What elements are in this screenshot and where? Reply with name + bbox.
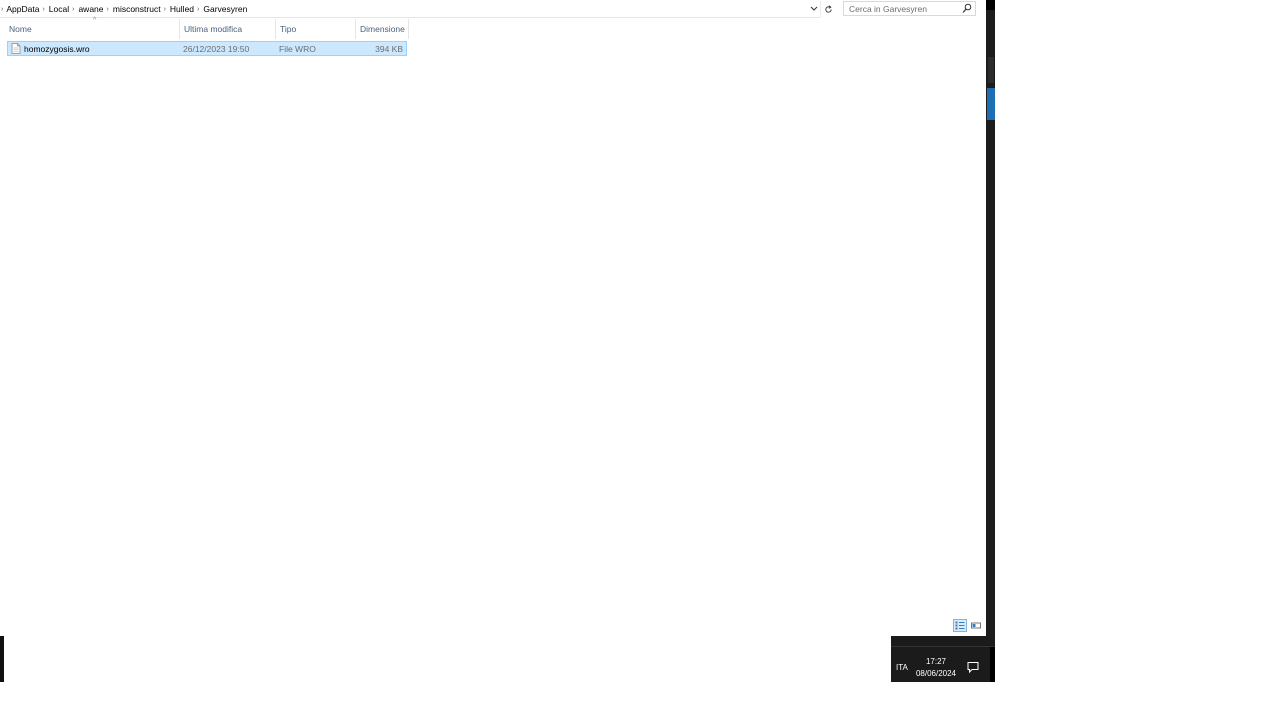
address-bar[interactable]: › AppData › Local › awane › misconstruct… <box>0 1 820 18</box>
chevron-down-icon[interactable] <box>808 2 820 16</box>
breadcrumb-item-hulled[interactable]: Hulled <box>170 4 194 14</box>
scrollbar-thumb[interactable] <box>988 57 994 83</box>
search-icon[interactable] <box>962 3 972 14</box>
file-name: homozygosis.wro <box>24 44 90 54</box>
breadcrumb-item-appdata[interactable]: AppData <box>6 4 39 14</box>
details-view-icon <box>955 621 965 630</box>
column-header-label: Ultima modifica <box>184 24 243 34</box>
divider <box>891 646 995 647</box>
breadcrumb-item-garvesyren[interactable]: Garvesyren <box>203 4 247 14</box>
file-icon <box>11 43 21 54</box>
file-type: File WRO <box>279 44 316 54</box>
chevron-right-icon[interactable]: › <box>39 6 48 13</box>
file-row[interactable]: homozygosis.wro 26/12/2023 19:50 File WR… <box>7 41 407 56</box>
view-switcher <box>953 619 983 632</box>
breadcrumb: › AppData › Local › awane › misconstruct… <box>0 4 247 14</box>
language-indicator[interactable]: ITA <box>896 663 908 672</box>
breadcrumb-item-local[interactable]: Local <box>49 4 69 14</box>
chevron-right-icon[interactable]: › <box>161 6 170 13</box>
breadcrumb-item-awane[interactable]: awane <box>78 4 103 14</box>
file-list: homozygosis.wro 26/12/2023 19:50 File WR… <box>7 41 407 56</box>
window-edge-top <box>986 0 995 10</box>
column-header-name[interactable]: ^ Nome <box>5 17 180 39</box>
details-view-button[interactable] <box>953 619 967 632</box>
accent-strip <box>987 88 995 120</box>
column-header-type[interactable]: Tipo <box>276 19 356 39</box>
search-input[interactable] <box>844 2 967 15</box>
breadcrumb-item-misconstruct[interactable]: misconstruct <box>113 4 161 14</box>
file-date: 26/12/2023 19:50 <box>183 44 250 54</box>
taskbar-fragment <box>0 636 4 682</box>
file-size: 394 KB <box>375 44 403 54</box>
clock-date: 08/06/2024 <box>915 669 957 678</box>
chevron-right-icon[interactable]: › <box>69 6 78 13</box>
file-explorer-window: › AppData › Local › awane › misconstruct… <box>0 0 986 636</box>
clock-time: 17:27 <box>925 657 947 666</box>
system-tray: ITA 17:27 08/06/2024 <box>891 636 995 682</box>
column-header-label: Nome <box>9 24 32 34</box>
column-header-size[interactable]: Dimensione <box>356 19 409 39</box>
large-icons-view-icon <box>971 622 981 629</box>
refresh-button[interactable] <box>820 1 836 17</box>
show-desktop-button[interactable] <box>990 647 995 682</box>
search-box[interactable] <box>843 1 976 16</box>
chevron-right-icon[interactable]: › <box>104 6 113 13</box>
column-header-date[interactable]: Ultima modifica <box>180 19 276 39</box>
column-header-label: Dimensione <box>360 24 405 34</box>
column-header-label: Tipo <box>280 24 297 34</box>
sort-ascending-icon: ^ <box>93 17 97 24</box>
large-icons-view-button[interactable] <box>969 619 983 632</box>
notification-icon[interactable] <box>966 660 980 674</box>
chevron-right-icon[interactable]: › <box>194 6 203 13</box>
refresh-icon <box>825 4 832 13</box>
column-headers: ^ Nome Ultima modifica Tipo Dimensione <box>0 17 410 39</box>
